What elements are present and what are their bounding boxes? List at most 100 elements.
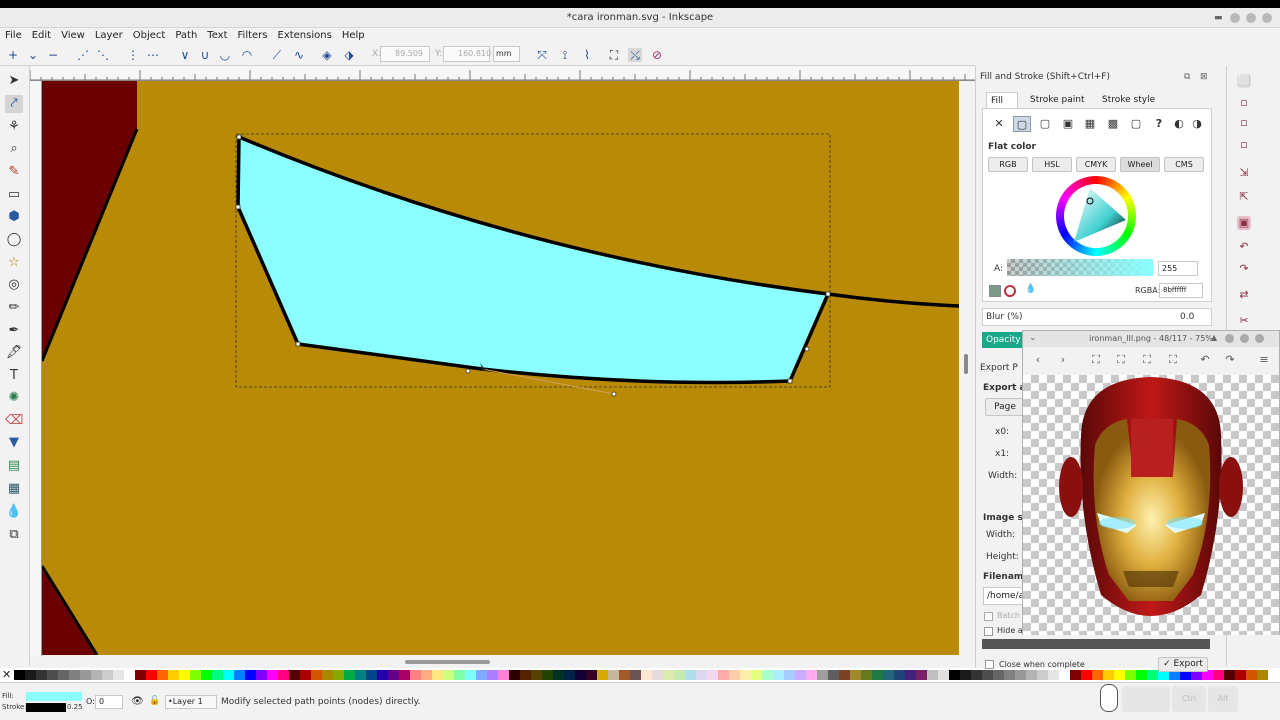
black-contour-line[interactable] xyxy=(827,292,959,308)
palette-swatch[interactable] xyxy=(795,670,806,680)
export-button[interactable]: ✓ Export xyxy=(1158,657,1208,672)
close-button[interactable] xyxy=(1262,13,1272,23)
palette-swatch[interactable] xyxy=(454,670,465,680)
show-transform-handles-icon[interactable]: ⤧ xyxy=(535,48,549,62)
pen-tool-icon[interactable]: ✒ xyxy=(5,322,23,340)
batch-checkbox[interactable] xyxy=(984,612,993,621)
too-much-ink-icon[interactable]: 💧 xyxy=(1025,284,1036,294)
opacity-slider[interactable]: Opacity ( xyxy=(982,332,1022,348)
palette-swatch[interactable] xyxy=(509,670,520,680)
palette-swatch[interactable] xyxy=(1081,670,1092,680)
viewer-min-button[interactable] xyxy=(1225,334,1234,343)
rotate-right-icon[interactable]: ↷ xyxy=(1223,353,1237,367)
palette-swatch[interactable] xyxy=(905,670,916,680)
join-nodes-icon[interactable]: ⋰ xyxy=(76,48,90,62)
palette-swatch[interactable] xyxy=(487,670,498,680)
palette-swatch[interactable] xyxy=(553,670,564,680)
palette-swatch[interactable] xyxy=(256,670,267,680)
tab-stroke-style[interactable]: Stroke style xyxy=(1090,92,1160,108)
gradient-tool-icon[interactable]: ▤ xyxy=(5,457,23,475)
palette-swatch[interactable] xyxy=(1092,670,1103,680)
palette-swatch[interactable] xyxy=(410,670,421,680)
x-coordinate-input[interactable]: 89.509 xyxy=(380,46,430,62)
opacity-input[interactable]: 0 xyxy=(95,695,123,709)
spray-tool-icon[interactable]: ✺ xyxy=(5,389,23,407)
node-tool-icon[interactable]: ⤤ xyxy=(5,95,23,113)
palette-swatch[interactable] xyxy=(641,670,652,680)
viewer-menu-icon[interactable]: ⌄ xyxy=(1029,333,1037,343)
make-line-icon[interactable]: ⟋ xyxy=(270,48,284,62)
bezier-handle[interactable] xyxy=(611,391,617,397)
mesh-gradient-button[interactable]: ▦ xyxy=(1081,116,1099,132)
alpha-input[interactable]: 255 xyxy=(1158,261,1198,276)
palette-swatch[interactable] xyxy=(619,670,630,680)
fill-indicator[interactable] xyxy=(26,692,82,701)
rotate-left-icon[interactable]: ↶ xyxy=(1198,353,1212,367)
palette-swatch[interactable] xyxy=(850,670,861,680)
stroke-width-value[interactable]: 0.25 xyxy=(67,703,83,711)
palette-swatch[interactable] xyxy=(1059,670,1070,680)
palette-swatch[interactable] xyxy=(36,670,47,680)
rgb-mode-button[interactable]: RGB xyxy=(988,157,1028,172)
unit-select[interactable]: mm xyxy=(493,46,520,62)
palette-swatch[interactable] xyxy=(938,670,949,680)
measure-tool-icon[interactable]: ✎ xyxy=(5,163,23,181)
palette-swatch[interactable] xyxy=(212,670,223,680)
mesh-tool-icon[interactable]: ▦ xyxy=(5,480,23,498)
palette-swatch[interactable] xyxy=(102,670,113,680)
color-triangle[interactable] xyxy=(1056,176,1136,256)
connector-tool-icon[interactable]: ⧉ xyxy=(5,526,23,544)
zoom-tool-icon[interactable]: ⌕ xyxy=(5,140,23,158)
dock-close-icon[interactable]: ⊠ xyxy=(1200,72,1208,82)
palette-swatch[interactable] xyxy=(58,670,69,680)
menu-filters[interactable]: Filters xyxy=(233,28,273,44)
star-tool-icon[interactable]: ☆ xyxy=(5,254,23,272)
palette-swatch[interactable] xyxy=(25,670,36,680)
menu-file[interactable]: File xyxy=(0,28,27,44)
menu-object[interactable]: Object xyxy=(128,28,171,44)
palette-swatch[interactable] xyxy=(443,670,454,680)
object-to-path-icon[interactable]: ◈ xyxy=(320,48,334,62)
palette-swatch[interactable] xyxy=(575,670,586,680)
cusp-node-icon[interactable]: ∨ xyxy=(178,48,192,62)
tweak-tool-icon[interactable]: ⚘ xyxy=(5,118,23,136)
palette-swatch[interactable] xyxy=(652,670,663,680)
palette-swatch[interactable] xyxy=(124,670,135,680)
path-node[interactable] xyxy=(825,291,831,297)
palette-swatch[interactable] xyxy=(663,670,674,680)
out-of-gamut-icon[interactable] xyxy=(1004,285,1016,297)
palette-swatch[interactable] xyxy=(366,670,377,680)
ellipse-tool-icon[interactable]: ◯ xyxy=(5,231,23,249)
redo-icon[interactable]: ↷ xyxy=(1237,262,1251,276)
palette-swatch[interactable] xyxy=(1026,670,1037,680)
canvas-drawing[interactable] xyxy=(42,81,959,655)
fill-rule-nonzero-icon[interactable]: ◑ xyxy=(1188,116,1206,132)
path-node[interactable] xyxy=(804,346,810,352)
viewer-minimize-icon[interactable]: ▲ xyxy=(1211,333,1217,342)
palette-swatch[interactable] xyxy=(872,670,883,680)
vertical-scrollbar[interactable] xyxy=(959,81,975,666)
viewer-close-button[interactable] xyxy=(1255,334,1264,343)
palette-swatch[interactable] xyxy=(993,670,1004,680)
stroke-indicator[interactable] xyxy=(26,703,66,712)
palette-swatch[interactable] xyxy=(1103,670,1114,680)
palette-swatch[interactable] xyxy=(1136,670,1147,680)
stroke-to-path-icon[interactable]: ⬗ xyxy=(342,48,356,62)
palette-swatch[interactable] xyxy=(1257,670,1268,680)
cmyk-mode-button[interactable]: CMYK xyxy=(1076,157,1116,172)
tab-stroke-paint[interactable]: Stroke paint xyxy=(1020,92,1086,108)
window-menu-icon[interactable]: ▬ xyxy=(1214,13,1224,23)
copy-icon[interactable]: ⇄ xyxy=(1237,288,1251,302)
layer-lock-icon[interactable]: 🔓 xyxy=(149,696,160,706)
viewer-max-button[interactable] xyxy=(1240,334,1249,343)
palette-swatch[interactable] xyxy=(531,670,542,680)
palette-swatch[interactable] xyxy=(399,670,410,680)
palette-swatch[interactable] xyxy=(916,670,927,680)
menu-extensions[interactable]: Extensions xyxy=(273,28,337,44)
calligraphy-tool-icon[interactable]: 🖋 xyxy=(5,344,23,362)
palette-swatch[interactable] xyxy=(718,670,729,680)
palette-swatch[interactable] xyxy=(1114,670,1125,680)
palette-swatch[interactable] xyxy=(1037,670,1048,680)
palette-swatch[interactable] xyxy=(971,670,982,680)
page-button[interactable]: Page xyxy=(985,398,1025,416)
